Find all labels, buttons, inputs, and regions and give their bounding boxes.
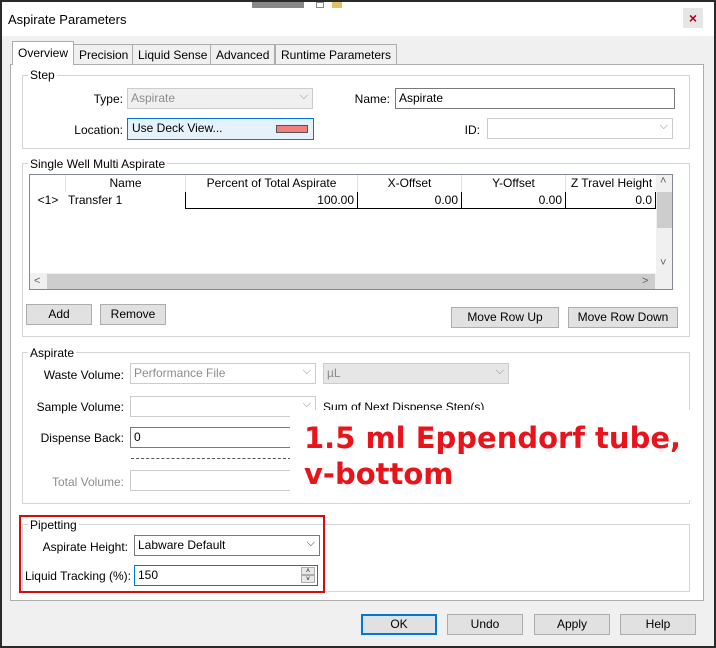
row-percent-cell[interactable]: 100.00 [186,192,358,209]
vertical-scrollbar[interactable]: ˄ ˅ [656,175,672,273]
column-header-name[interactable]: Name [66,175,186,192]
location-color-swatch [276,125,308,133]
row-x-offset-cell[interactable]: 0.00 [358,192,462,209]
column-header-z-travel-height[interactable]: Z Travel Height [566,175,658,192]
row-y-offset-cell[interactable]: 0.00 [462,192,566,209]
name-input[interactable]: Aspirate [395,88,675,109]
aspirate-group-label: Aspirate [28,346,77,360]
tab-advanced[interactable]: Advanced [210,44,276,64]
pipetting-highlight-box [19,515,325,593]
sample-volume-label: Sample Volume: [36,400,124,414]
undo-button[interactable]: Undo [447,614,523,635]
volume-unit-combobox: µL ⌵ [323,363,509,384]
total-volume-field [130,470,316,491]
tab-liquid-sense[interactable]: Liquid Sense [132,44,214,64]
move-row-up-button[interactable]: Move Row Up [451,307,559,328]
location-label: Location: [74,123,123,137]
waste-volume-value: Performance File [134,366,226,380]
type-combobox: Aspirate ⌵ [127,88,313,109]
ok-button[interactable]: OK [361,614,437,635]
apply-button[interactable]: Apply [534,614,610,635]
tab-precision[interactable]: Precision [73,44,135,64]
volume-unit-value: µL [327,366,341,380]
type-value: Aspirate [131,91,176,105]
tab-overview[interactable]: Overview [12,41,75,65]
vertical-scroll-thumb[interactable] [657,192,672,228]
horizontal-scroll-thumb[interactable] [47,274,655,289]
dispense-back-label: Dispense Back: [40,431,124,445]
volume-sum-divider [131,458,291,459]
horizontal-scrollbar[interactable]: < > [30,273,672,289]
step-group-label: Step [28,68,57,82]
location-button[interactable]: Use Deck View... [127,118,314,140]
move-row-down-button[interactable]: Move Row Down [568,307,678,328]
sample-volume-combobox[interactable]: ⌵ [130,396,316,417]
chevron-down-icon: ⌵ [495,365,504,377]
annotation-text: 1.5 ml Eppendorf tube, v-bottom [304,421,682,491]
scroll-left-icon[interactable]: < [34,275,40,287]
column-header-x-offset[interactable]: X-Offset [358,175,462,192]
row-z-travel-cell[interactable]: 0.0 [566,192,656,209]
scroll-up-icon[interactable]: ˄ [660,175,666,187]
column-header-percent[interactable]: Percent of Total Aspirate [186,175,358,192]
waste-volume-combobox: Performance File ⌵ [130,363,316,384]
location-button-label: Use Deck View... [132,121,223,135]
chevron-down-icon: ⌵ [302,365,311,377]
type-label: Type: [93,92,123,106]
grid-corner [30,175,66,192]
id-label: ID: [464,123,480,137]
window-title: Aspirate Parameters [8,12,127,27]
scroll-right-icon[interactable]: > [642,275,648,287]
row-name-cell[interactable]: Transfer 1 [66,192,186,209]
close-icon[interactable]: × [683,8,703,28]
row-index: <1> [37,193,59,207]
chevron-down-icon: ⌵ [299,90,308,102]
dispense-back-input[interactable]: 0 [130,427,316,448]
background-window-strip [252,2,452,10]
column-header-y-offset[interactable]: Y-Offset [462,175,566,192]
scroll-down-icon[interactable]: ˅ [660,257,666,269]
waste-volume-label: Waste Volume: [43,368,124,382]
multi-aspirate-grid[interactable]: Name Percent of Total Aspirate X-Offset … [29,174,673,290]
name-label: Name: [354,92,390,106]
tab-runtime-parameters[interactable]: Runtime Parameters [275,44,398,64]
id-combobox[interactable]: ⌵ [487,118,673,139]
remove-button[interactable]: Remove [100,304,166,325]
add-button[interactable]: Add [26,304,92,325]
help-button[interactable]: Help [620,614,696,635]
chevron-down-icon: ⌵ [659,120,668,132]
total-volume-label: Total Volume: [51,475,124,489]
multi-aspirate-group-label: Single Well Multi Aspirate [28,157,168,171]
